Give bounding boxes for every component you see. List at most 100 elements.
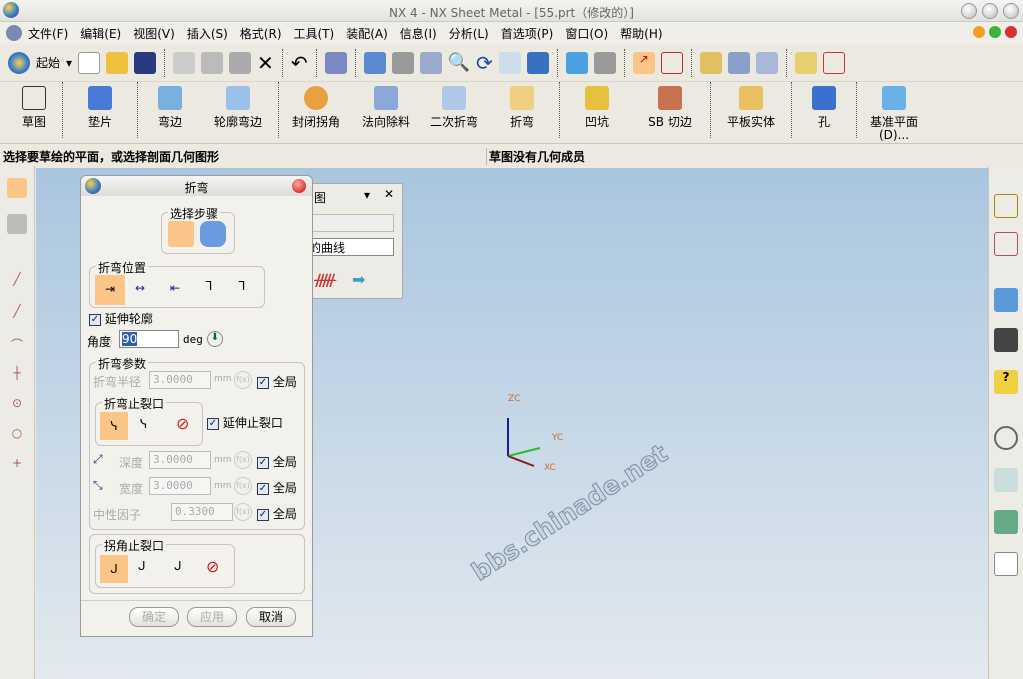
layer-copy-icon[interactable] <box>755 51 778 74</box>
pan-icon[interactable] <box>498 51 521 74</box>
panel-menu-icon[interactable]: ▾ <box>364 188 370 202</box>
menu-view[interactable]: 视图(V) <box>127 25 181 42</box>
measure-distance-icon[interactable] <box>794 51 817 74</box>
menu-window[interactable]: 窗口(O) <box>559 25 614 42</box>
position-material-inside-icon[interactable]: ᒣ <box>205 279 212 293</box>
point-icon[interactable]: + <box>7 456 27 476</box>
depth-global-checkbox[interactable]: ✓ 全局 <box>257 453 297 470</box>
delete-icon[interactable]: ✕ <box>257 51 274 75</box>
radius-input[interactable]: 3.0000 <box>149 371 211 389</box>
menu-analysis[interactable]: 分析(L) <box>443 25 495 42</box>
step-placement-icon[interactable] <box>168 221 194 247</box>
neutral-formula-icon[interactable]: f(x) <box>234 503 252 521</box>
close-button[interactable] <box>1003 3 1019 19</box>
sb-trim-button[interactable]: SB 切边 <box>632 82 708 129</box>
open-folder-icon[interactable] <box>106 51 129 74</box>
part-navigator-icon[interactable] <box>994 194 1018 218</box>
fit-icon[interactable] <box>363 51 386 74</box>
width-global-checkbox[interactable]: ✓ 全局 <box>257 479 297 496</box>
dimple-button[interactable]: 凹坑 <box>562 82 632 129</box>
segment-icon[interactable]: ╱ <box>7 304 27 324</box>
menu-info[interactable]: 信息(I) <box>394 25 443 42</box>
zoom-icon[interactable]: 🔍 <box>448 52 470 73</box>
sketch-button[interactable]: 草图 <box>8 82 60 129</box>
circle-icon[interactable]: ○ <box>7 426 27 446</box>
angle-options-icon[interactable]: ⬇ <box>207 331 223 347</box>
width-input[interactable]: 3.0000 <box>149 477 211 495</box>
radius-global-checkbox[interactable]: ✓ 全局 <box>257 373 297 390</box>
undo-icon[interactable]: ↶ <box>291 51 308 75</box>
neutral-global-checkbox[interactable]: ✓ 全局 <box>257 505 297 522</box>
zoom-window-icon[interactable] <box>391 51 414 74</box>
menu-file[interactable]: 文件(F) <box>22 25 74 42</box>
angle-input[interactable]: 90 <box>119 330 179 348</box>
doc-restore-button[interactable] <box>989 26 1001 38</box>
snap-point-icon[interactable] <box>660 51 683 74</box>
menu-preferences[interactable]: 首选项(P) <box>495 25 560 42</box>
relief-none-icon[interactable]: ⊘ <box>176 414 189 433</box>
blank-palette-icon[interactable] <box>994 552 1018 576</box>
wcs-icon[interactable]: ↗ <box>632 51 655 74</box>
menu-insert[interactable]: 插入(S) <box>181 25 234 42</box>
web-browser-icon[interactable] <box>994 288 1018 312</box>
radius-formula-icon[interactable]: f(x) <box>234 371 252 389</box>
measure-angle-icon[interactable] <box>822 51 845 74</box>
ok-button[interactable]: 确定 <box>129 607 179 627</box>
extend-relief-checkbox[interactable]: ✓ 延伸止裂口 <box>207 414 283 431</box>
neutral-factor-input[interactable]: 0.3300 <box>171 503 233 521</box>
cancel-button[interactable]: 取消 <box>246 607 296 627</box>
start-button[interactable]: 起始 <box>36 54 60 71</box>
help-icon[interactable]: ? <box>994 370 1018 394</box>
system-materials-icon[interactable] <box>994 468 1018 492</box>
paste-icon[interactable] <box>229 51 252 74</box>
curve-rule-select[interactable]: 的曲线 <box>306 238 394 256</box>
depth-input[interactable]: 3.0000 <box>149 451 211 469</box>
step-sketch-icon[interactable] <box>200 221 226 247</box>
curve-intersect-icon[interactable]: ᚏ <box>314 270 336 289</box>
dialog-close-button[interactable] <box>292 179 306 193</box>
line-icon[interactable]: ╱ <box>7 272 27 292</box>
menu-edit[interactable]: 编辑(E) <box>74 25 127 42</box>
bend-button[interactable]: 折弯 <box>487 82 557 129</box>
sketch-plane-icon[interactable] <box>7 178 27 198</box>
extend-profile-checkbox[interactable]: ✓ 延伸轮廓 <box>89 310 153 327</box>
tab-button[interactable]: 垫片 <box>65 82 135 129</box>
doc-minimize-button[interactable] <box>973 26 985 38</box>
sketch-tools-icon[interactable] <box>7 214 27 234</box>
view-cube-icon[interactable] <box>565 51 588 74</box>
closed-corner-button[interactable]: 封闭拐角 <box>281 82 351 129</box>
menu-assembly[interactable]: 装配(A) <box>340 25 394 42</box>
menu-help[interactable]: 帮助(H) <box>614 25 668 42</box>
color-palette-icon[interactable] <box>699 51 722 74</box>
corner-relief-2-icon[interactable]: ᒍ <box>138 559 146 573</box>
panel-close-icon[interactable]: ✕ <box>384 187 394 201</box>
fillet-icon[interactable]: ┼ <box>7 366 27 386</box>
joggle-button[interactable]: 二次折弯 <box>421 82 487 129</box>
next-arrow-icon[interactable]: ➡ <box>352 270 365 289</box>
roles-icon[interactable] <box>994 510 1018 534</box>
menu-tools[interactable]: 工具(T) <box>288 25 341 42</box>
panel-spinner[interactable] <box>306 214 394 232</box>
zoom-area-icon[interactable] <box>419 51 442 74</box>
new-file-icon[interactable] <box>78 51 101 74</box>
shaded-icon[interactable] <box>526 51 549 74</box>
relief-round-icon[interactable]: ᓭ <box>140 417 147 431</box>
flat-solid-button[interactable]: 平板实体 <box>713 82 789 129</box>
cut-icon[interactable] <box>173 51 196 74</box>
corner-relief-1-icon[interactable]: ᒍ <box>100 555 128 583</box>
menu-format[interactable]: 格式(R) <box>234 25 288 42</box>
contour-flange-button[interactable]: 轮廓弯边 <box>200 82 276 129</box>
maximize-button[interactable] <box>982 3 998 19</box>
point-circle-icon[interactable]: ⊙ <box>7 396 27 416</box>
position-inside-icon[interactable]: ⇤ <box>170 281 180 295</box>
minimize-button[interactable] <box>961 3 977 19</box>
history-icon[interactable] <box>994 426 1018 450</box>
position-outside-icon[interactable]: ⇥ <box>95 275 125 305</box>
training-icon[interactable] <box>994 328 1018 352</box>
position-center-icon[interactable]: ↔ <box>135 281 145 295</box>
normal-cutout-button[interactable]: 法向除料 <box>351 82 421 129</box>
information-icon[interactable] <box>324 51 347 74</box>
apply-button[interactable]: 应用 <box>187 607 237 627</box>
doc-close-button[interactable] <box>1005 26 1017 38</box>
hole-button[interactable]: 孔 <box>794 82 854 129</box>
